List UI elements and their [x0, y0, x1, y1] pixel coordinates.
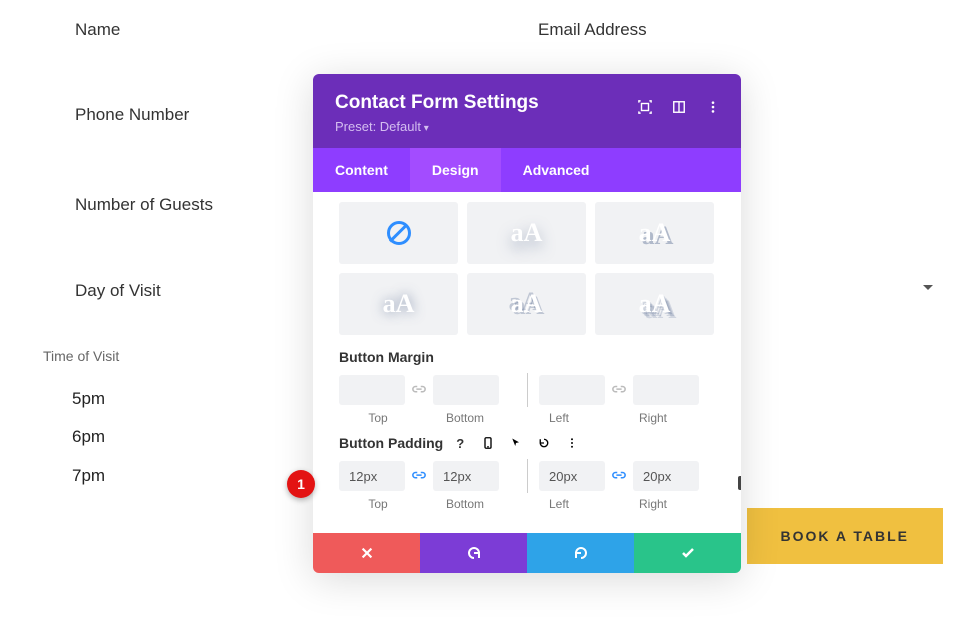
none-icon — [387, 221, 411, 245]
time-option-6pm[interactable]: 6pm — [72, 427, 105, 447]
cancel-button[interactable] — [313, 533, 420, 573]
margin-bottom-label: Bottom — [417, 411, 513, 425]
phone-field-label[interactable]: Phone Number — [75, 105, 189, 125]
margin-vertical-link-icon[interactable] — [409, 380, 429, 400]
shadow-long-tile[interactable]: aA — [595, 273, 714, 335]
shadow-hard-tile[interactable]: aA — [595, 202, 714, 264]
padding-bottom-label: Bottom — [417, 497, 513, 511]
snap-icon[interactable] — [671, 99, 687, 115]
spacing-divider — [527, 373, 528, 407]
padding-inputs — [339, 461, 715, 491]
email-field-label[interactable]: Email Address — [538, 20, 647, 40]
text-shadow-options: aA aA aA aA aA — [339, 202, 715, 335]
margin-bottom-input[interactable] — [433, 375, 499, 405]
tab-content[interactable]: Content — [313, 148, 410, 192]
time-of-visit-label: Time of Visit — [43, 348, 119, 364]
hover-cursor-icon[interactable] — [509, 436, 523, 450]
modal-tabs: Content Design Advanced — [313, 148, 741, 192]
margin-left-label: Left — [513, 411, 605, 425]
tab-design[interactable]: Design — [410, 148, 501, 192]
margin-top-label: Top — [339, 411, 417, 425]
padding-bottom-input[interactable] — [433, 461, 499, 491]
save-button[interactable] — [634, 533, 741, 573]
shadow-preview-text: aA — [511, 289, 543, 319]
padding-vertical-link-icon[interactable] — [409, 466, 429, 486]
shadow-preview-text: aA — [639, 218, 671, 248]
button-margin-label: Button Margin — [339, 349, 715, 365]
redo-button[interactable] — [527, 533, 634, 573]
help-icon[interactable]: ? — [453, 436, 467, 450]
annotation-badge-1: 1 — [287, 470, 315, 498]
margin-top-input[interactable] — [339, 375, 405, 405]
book-table-button[interactable]: BOOK A TABLE — [747, 508, 943, 564]
settings-modal: Contact Form Settings Preset: Default Co… — [313, 74, 741, 573]
padding-horizontal-link-icon[interactable] — [609, 466, 629, 486]
time-option-5pm[interactable]: 5pm — [72, 389, 105, 409]
shadow-preview-text: aA — [511, 218, 543, 248]
shadow-glow-tile[interactable]: aA — [339, 273, 458, 335]
dropdown-arrow-icon[interactable] — [923, 285, 933, 290]
padding-right-input[interactable] — [633, 461, 699, 491]
padding-right-label: Right — [605, 497, 701, 511]
guests-field-label[interactable]: Number of Guests — [75, 195, 213, 215]
spacing-divider — [527, 459, 528, 493]
margin-left-input[interactable] — [539, 375, 605, 405]
margin-right-label: Right — [605, 411, 701, 425]
expand-icon[interactable] — [637, 99, 653, 115]
padding-left-label: Left — [513, 497, 605, 511]
shadow-preview-text: aA — [639, 289, 671, 319]
undo-button[interactable] — [420, 533, 527, 573]
time-option-7pm[interactable]: 7pm — [72, 466, 105, 486]
padding-top-label: Top — [339, 497, 417, 511]
shadow-double-tile[interactable]: aA — [467, 273, 586, 335]
margin-right-input[interactable] — [633, 375, 699, 405]
button-padding-label: Button Padding — [339, 435, 443, 451]
day-field-label[interactable]: Day of Visit — [75, 281, 161, 301]
shadow-soft-tile[interactable]: aA — [467, 202, 586, 264]
margin-inputs — [339, 375, 715, 405]
name-field-label[interactable]: Name — [75, 20, 120, 40]
modal-header: Contact Form Settings Preset: Default — [313, 74, 741, 148]
menu-dots-icon[interactable] — [705, 99, 721, 115]
responsive-phone-icon[interactable] — [481, 436, 495, 450]
shadow-preview-text: aA — [383, 289, 415, 319]
modal-body: aA aA aA aA aA Button Margin Top Bottom — [313, 192, 741, 533]
shadow-none-tile[interactable] — [339, 202, 458, 264]
reset-icon[interactable] — [537, 436, 551, 450]
modal-footer — [313, 533, 741, 573]
preset-dropdown[interactable]: Preset: Default — [335, 119, 719, 134]
more-options-icon[interactable] — [565, 436, 579, 450]
scrollbar-thumb[interactable] — [738, 476, 741, 490]
margin-horizontal-link-icon[interactable] — [609, 380, 629, 400]
button-padding-row: Button Padding ? — [339, 435, 715, 451]
padding-left-input[interactable] — [539, 461, 605, 491]
padding-top-input[interactable] — [339, 461, 405, 491]
tab-advanced[interactable]: Advanced — [501, 148, 612, 192]
